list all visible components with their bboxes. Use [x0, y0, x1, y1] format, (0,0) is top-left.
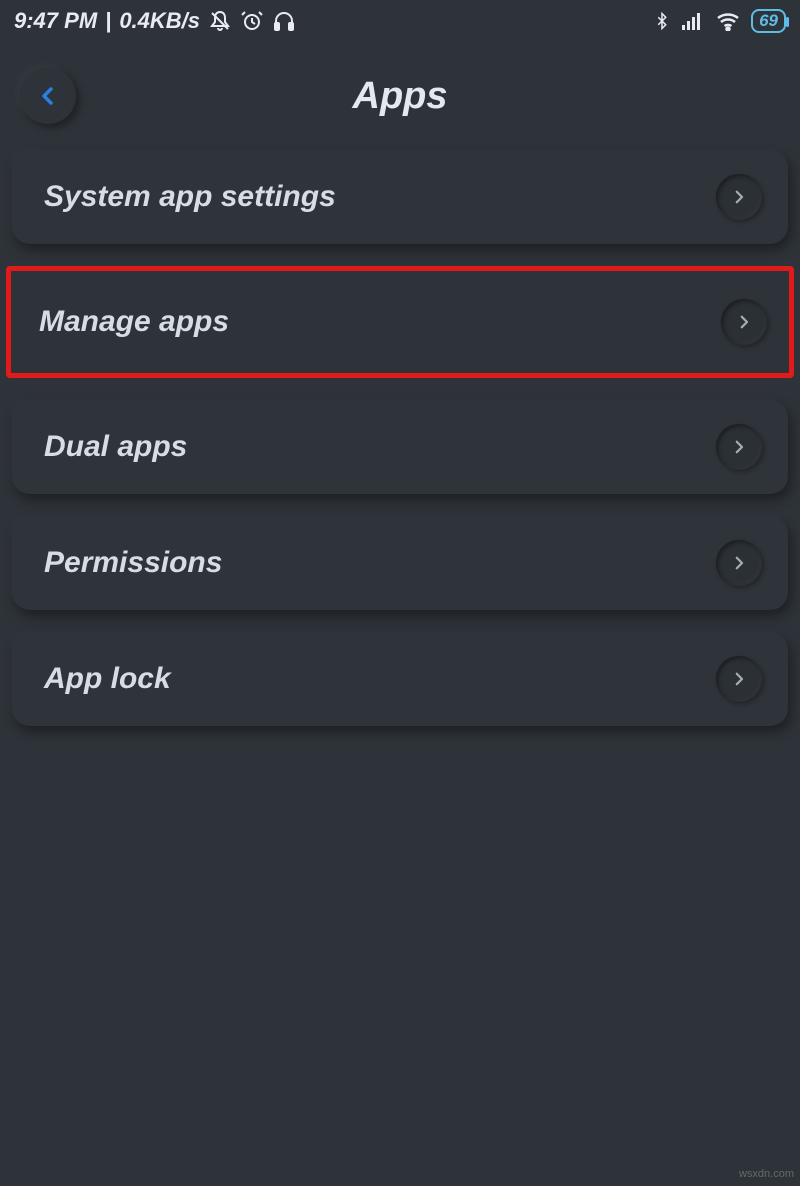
list-item-label: App lock	[44, 662, 171, 696]
headphones-icon	[272, 9, 296, 33]
battery-percentage: 69	[759, 11, 778, 31]
chevron-right-icon	[716, 174, 762, 220]
list-item-system-app-settings[interactable]: System app settings	[12, 150, 788, 244]
list-item-label: Dual apps	[44, 430, 187, 464]
list-item-label: Manage apps	[39, 305, 229, 339]
list-item-manage-apps[interactable]: Manage apps	[6, 266, 794, 378]
chevron-right-icon	[716, 424, 762, 470]
chevron-right-icon	[716, 540, 762, 586]
wifi-icon	[715, 11, 741, 31]
alarm-icon	[240, 9, 264, 33]
list-item-label: Permissions	[44, 546, 222, 580]
dnd-icon	[208, 9, 232, 33]
status-bar: 9:47 PM | 0.4KB/s	[0, 0, 800, 38]
status-net-speed: 0.4KB/s	[119, 8, 200, 34]
bluetooth-icon	[653, 9, 671, 33]
chevron-right-icon	[716, 656, 762, 702]
chevron-left-icon	[36, 84, 60, 108]
status-separator: |	[105, 8, 111, 34]
status-bar-right: 69	[653, 9, 786, 33]
status-time: 9:47 PM	[14, 8, 97, 34]
page-header: Apps	[0, 38, 800, 150]
battery-indicator: 69	[751, 9, 786, 33]
status-bar-left: 9:47 PM | 0.4KB/s	[14, 8, 296, 34]
back-button[interactable]	[20, 68, 76, 124]
signal-icon	[681, 11, 705, 31]
list-item-label: System app settings	[44, 180, 336, 214]
page-title: Apps	[353, 75, 448, 118]
watermark: wsxdn.com	[739, 1168, 794, 1180]
list-item-dual-apps[interactable]: Dual apps	[12, 400, 788, 494]
list-item-app-lock[interactable]: App lock	[12, 632, 788, 726]
list-item-permissions[interactable]: Permissions	[12, 516, 788, 610]
chevron-right-icon	[721, 299, 767, 345]
settings-list: System app settings Manage apps Dual app…	[0, 150, 800, 726]
